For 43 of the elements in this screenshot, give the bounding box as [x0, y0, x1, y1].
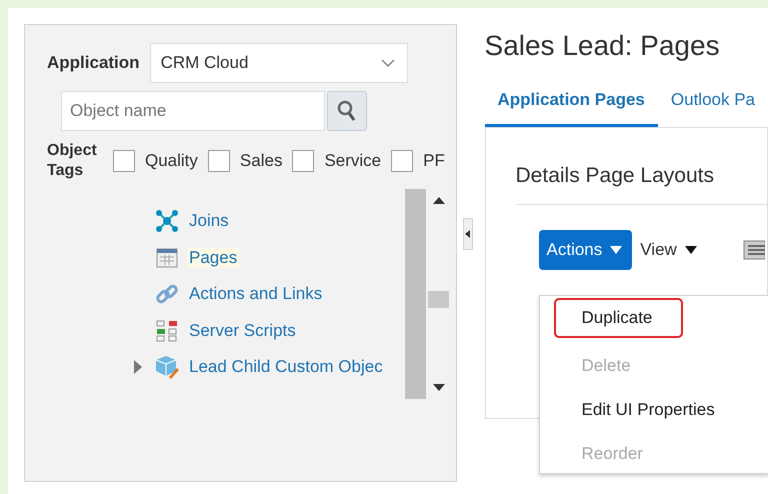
chevron-down-icon [380, 58, 395, 68]
tag-checkbox[interactable] [391, 150, 414, 172]
tree-item[interactable]: Actions and Links [187, 284, 324, 304]
list-view-icon[interactable] [742, 239, 765, 261]
tag-label: Service [324, 151, 382, 171]
actions-button[interactable]: Actions [538, 230, 632, 270]
collapse-left-icon [465, 230, 470, 238]
application-label: Application [47, 53, 140, 73]
tree-item[interactable]: Pages [187, 248, 240, 268]
cube-pencil-icon [155, 355, 179, 380]
collapse-splitter[interactable] [462, 218, 473, 250]
tree-item[interactable]: Server Scripts [187, 320, 298, 341]
tag-label: Sales [240, 151, 282, 171]
tag-checkbox[interactable] [208, 150, 230, 172]
expand-triangle-icon[interactable] [133, 360, 143, 374]
search-button[interactable] [327, 91, 367, 131]
scroll-thumb[interactable] [428, 291, 449, 308]
menu-item[interactable]: Edit UI Properties [540, 388, 715, 432]
chain-link-icon [155, 282, 179, 306]
page-tab[interactable]: Outlook Pa [658, 86, 768, 127]
scroll-up-icon[interactable] [432, 197, 444, 204]
object-name-field[interactable]: Object name [61, 91, 325, 131]
page-title: Sales Lead: Pages [484, 30, 721, 62]
object-tags-label: Object Tags [47, 141, 98, 181]
scroll-down-icon[interactable] [432, 384, 444, 391]
view-menu[interactable]: View [640, 240, 697, 260]
caret-icon [610, 246, 622, 254]
tree-scrollbar[interactable] [405, 189, 426, 399]
table-page-icon [155, 246, 179, 270]
tag-checkbox[interactable] [292, 150, 314, 172]
tag-checkbox[interactable] [113, 150, 135, 172]
application-dropdown[interactable]: CRM Cloud [150, 43, 408, 83]
caret-icon [684, 246, 697, 254]
tag-label: Quality [145, 151, 198, 171]
tag-label: PF [423, 151, 445, 171]
search-icon [336, 99, 358, 123]
section-title: Details Page Layouts [516, 164, 767, 205]
menu-item[interactable]: Duplicate [556, 300, 681, 336]
page-tab[interactable]: Application Pages [484, 86, 658, 127]
tree-item[interactable]: Joins [187, 211, 231, 232]
tree-item[interactable]: Lead Child Custom Objec [187, 357, 385, 378]
flow-blocks-icon [155, 318, 179, 343]
network-icon [155, 209, 179, 234]
